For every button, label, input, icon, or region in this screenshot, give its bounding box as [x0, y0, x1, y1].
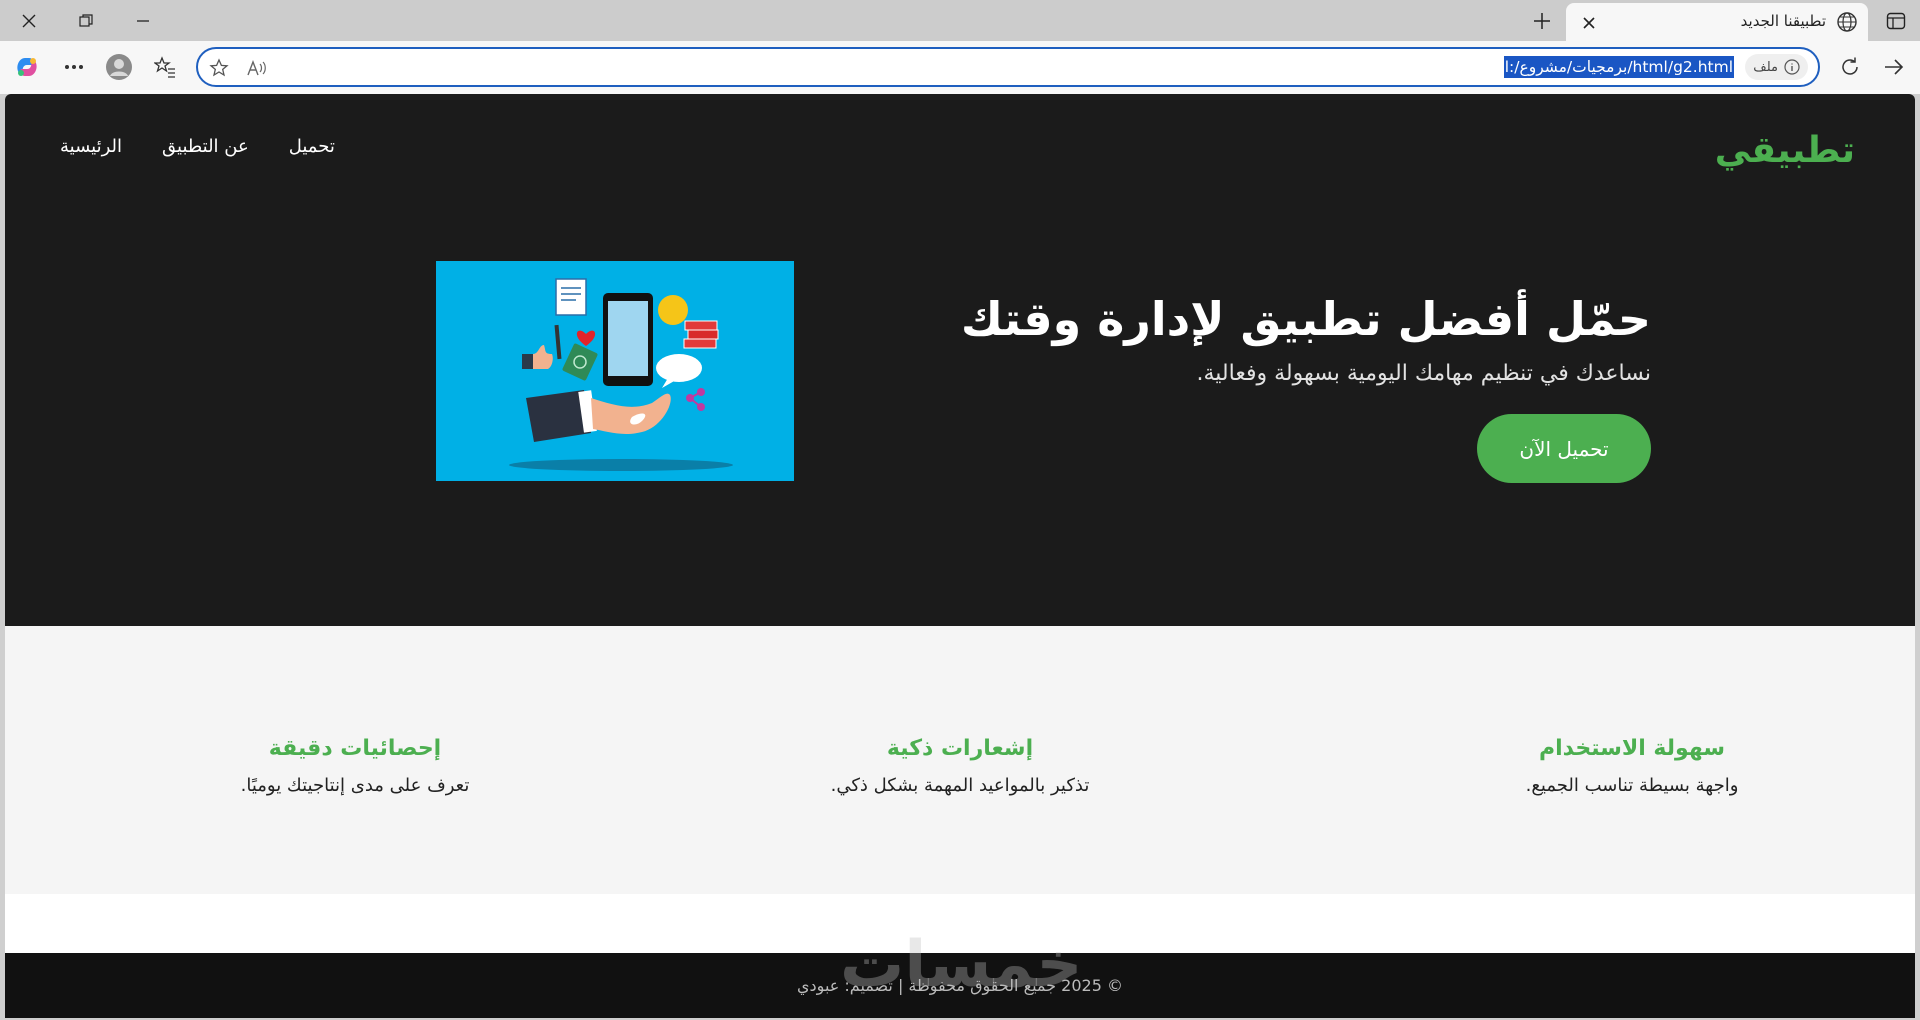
tab-close-icon[interactable] [1576, 10, 1602, 36]
favorites-icon[interactable] [147, 49, 183, 85]
feature-card: سهولة الاستخدام واجهة بسيطة تناسب الجميع… [1382, 736, 1882, 796]
window-close-icon[interactable] [0, 0, 57, 41]
feature-title: إشعارات ذكية [886, 736, 1034, 761]
browser-toolbar: l:/برمجيات/مشروع/html/g2.html ملف [0, 41, 1920, 94]
feature-card: إحصائيات دقيقة تعرف على مدى إنتاجيتك يوم… [105, 736, 605, 796]
feature-title: سهولة الاستخدام [1539, 736, 1725, 761]
forward-arrow-icon[interactable] [1876, 49, 1912, 85]
features-section: سهولة الاستخدام واجهة بسيطة تناسب الجميع… [5, 626, 1915, 894]
copilot-icon[interactable] [9, 49, 45, 85]
page-viewport: تطبيقي الرئيسية عن التطبيق تحميل حمّل أف… [5, 94, 1915, 1018]
feature-text: تعرف على مدى إنتاجيتك يوميًا. [240, 775, 470, 796]
feature-title: إحصائيات دقيقة [268, 736, 442, 761]
feature-text: تذكير بالمواعيد المهمة بشكل ذكي. [830, 775, 1090, 796]
hero-illustration [436, 261, 794, 481]
nav-link-download[interactable]: تحميل [289, 136, 335, 157]
footer-copyright: © 2025 جميع الحقوق محفوظة | تصميم: عبودي [797, 976, 1123, 995]
tab-title: تطبيقنا الجديد [1740, 12, 1826, 30]
new-tab-plus-icon[interactable] [1527, 6, 1557, 36]
globe-icon [1837, 12, 1857, 32]
tab-strip: تطبيقنا الجديد [0, 0, 1920, 41]
more-options-icon[interactable] [56, 49, 92, 85]
url-text[interactable]: l:/برمجيات/مشروع/html/g2.html [1503, 56, 1734, 78]
feature-card: إشعارات ذكية تذكير بالمواعيد المهمة بشكل… [710, 736, 1210, 796]
window-restore-icon[interactable] [57, 0, 114, 41]
add-favorite-star-icon[interactable] [206, 55, 232, 81]
main-nav: الرئيسية عن التطبيق تحميل [60, 136, 335, 157]
window-minimize-icon[interactable] [114, 0, 171, 41]
feature-text: واجهة بسيطة تناسب الجميع. [1525, 775, 1739, 796]
page-footer: © 2025 جميع الحقوق محفوظة | تصميم: عبودي [5, 953, 1915, 1018]
address-bar[interactable]: l:/برمجيات/مشروع/html/g2.html ملف [196, 47, 1820, 87]
site-info-label: ملف [1753, 59, 1778, 75]
hero-subtitle: نساعدك في تنظيم مهامك اليومية بسهولة وفع… [1196, 361, 1652, 386]
active-tab[interactable]: تطبيقنا الجديد [1566, 3, 1868, 41]
site-info-badge[interactable]: ملف [1745, 54, 1808, 80]
hero-text-block: حمّل أفضل تطبيق لإدارة وقتك نساعدك في تن… [951, 289, 1651, 386]
hero-section: تطبيقي الرئيسية عن التطبيق تحميل حمّل أف… [5, 94, 1915, 626]
tab-actions-icon[interactable] [1880, 6, 1912, 36]
download-now-button[interactable]: تحميل الآن [1477, 414, 1651, 483]
phone-hand-illustration [509, 278, 733, 471]
site-logo[interactable]: تطبيقي [1715, 130, 1855, 171]
nav-link-home[interactable]: الرئيسية [60, 136, 122, 157]
profile-avatar-icon[interactable] [101, 49, 137, 85]
read-aloud-icon[interactable] [244, 55, 270, 81]
refresh-icon[interactable] [1832, 49, 1868, 85]
info-icon [1784, 59, 1800, 75]
nav-link-about[interactable]: عن التطبيق [162, 136, 249, 157]
hero-title: حمّل أفضل تطبيق لإدارة وقتك [960, 292, 1651, 346]
